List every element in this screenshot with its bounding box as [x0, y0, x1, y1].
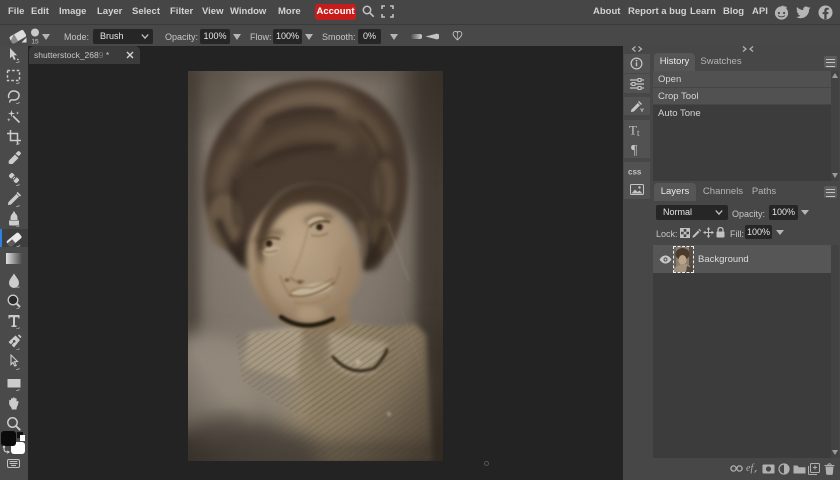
svg-text:T: T — [629, 123, 637, 137]
svg-text:ef: ef — [746, 463, 754, 474]
svg-text:t: t — [637, 128, 640, 137]
svg-text:css: css — [628, 168, 642, 176]
svg-text:15: 15 — [31, 39, 39, 46]
svg-text:¶: ¶ — [631, 143, 638, 156]
